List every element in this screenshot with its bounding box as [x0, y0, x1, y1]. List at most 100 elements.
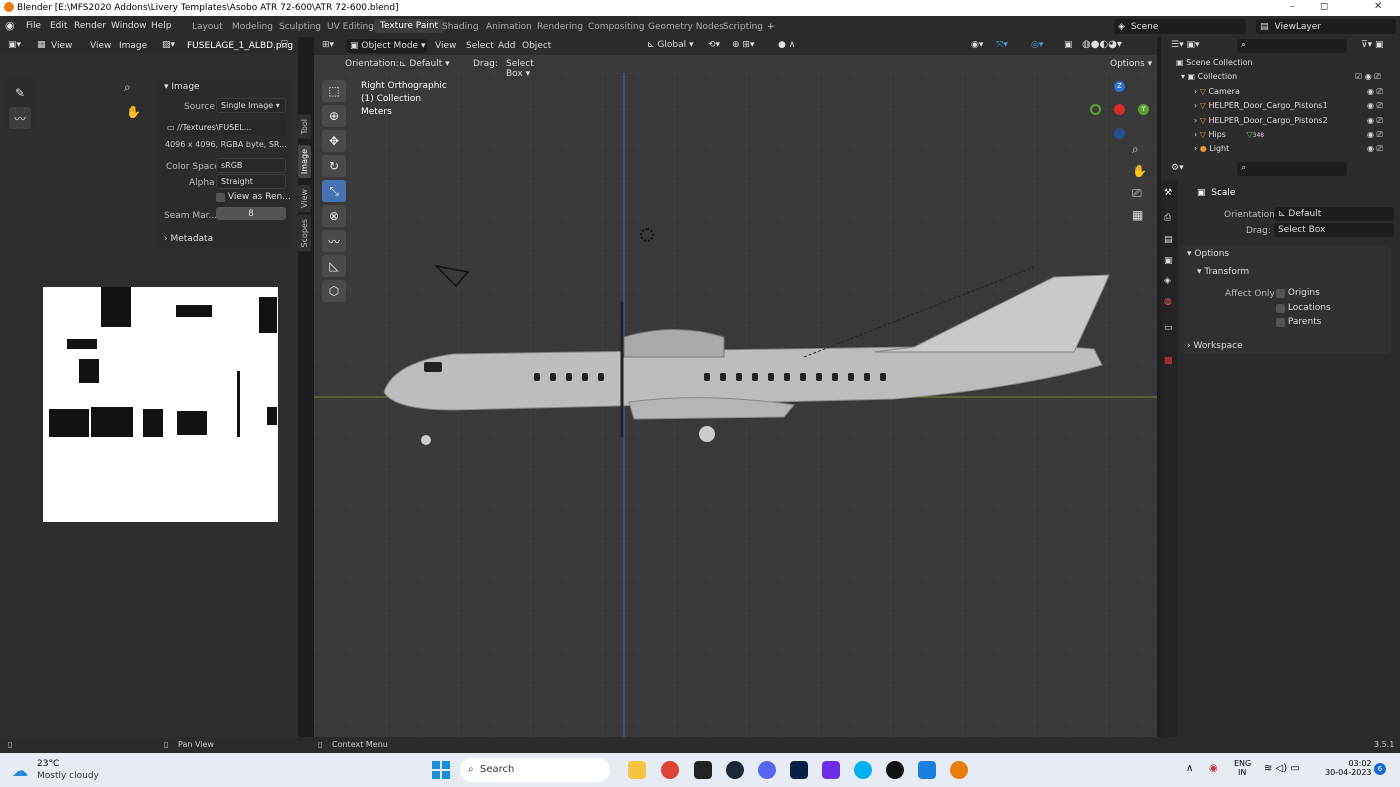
editor-type-icon[interactable]: ⊞▾ [322, 40, 334, 50]
workspace-panel-header[interactable]: › Workspace [1181, 338, 1391, 354]
file-explorer-icon[interactable] [628, 761, 646, 779]
outliner-row-collection[interactable]: ▾ ▣ Collection ☑ ◉ ⎚ [1181, 72, 1400, 86]
snap-icon[interactable]: ⊕ ⊞▾ [732, 40, 754, 50]
drag-dropdown[interactable]: Select Box ▾ [501, 57, 555, 79]
select-box-tool-icon[interactable]: ⬚ [322, 80, 346, 102]
minimize-button[interactable]: – [1290, 1, 1295, 12]
fake-user-icon[interactable]: ⛉ [281, 40, 288, 50]
outliner-row-scene[interactable]: ▣ Scene Collection [1176, 58, 1400, 72]
tray-security-icon[interactable]: ◉ [1209, 763, 1218, 774]
outliner-row-hips[interactable]: › ▽ Hips ▽348 ◉ ⎚ [1194, 130, 1400, 144]
menu-file[interactable]: File [26, 21, 41, 31]
cursor-tool-icon[interactable]: ⊕ [322, 105, 346, 127]
orientation-dropdown[interactable]: ⊾ Default [1274, 207, 1394, 221]
menu-render[interactable]: Render [74, 21, 106, 31]
clock[interactable]: 03:02 30-04-2023 [1325, 759, 1372, 777]
maximize-button[interactable]: ◻ [1320, 1, 1328, 12]
alpha-dropdown[interactable]: Straight [216, 174, 286, 189]
windows-start-icon[interactable] [432, 761, 450, 779]
tab-layout[interactable]: Layout [192, 22, 223, 32]
menu-view-1[interactable]: View [51, 41, 72, 51]
view-layer-tab-icon[interactable]: ▣ [1164, 256, 1173, 266]
annotate-tool-icon[interactable]: 〰 [9, 107, 31, 129]
zoom-icon[interactable]: ⌕ [1132, 142, 1139, 157]
scene-selector[interactable]: ◈ Scene [1114, 19, 1246, 34]
properties-editor-icon[interactable]: ⚙▾ [1171, 163, 1184, 173]
outliner-row-helper1[interactable]: › ▽ HELPER_Door_Cargo_Pistons1 ◉ ⎚ [1194, 101, 1400, 115]
texture-preview[interactable] [43, 287, 278, 522]
github-icon[interactable] [886, 761, 904, 779]
output-tab-icon[interactable]: ▤ [1164, 235, 1173, 245]
xray-icon[interactable]: ▣ [1064, 40, 1073, 50]
menu-window[interactable]: Window [111, 21, 147, 31]
tab-shading[interactable]: Shading [442, 22, 479, 32]
tab-tool[interactable]: Tool [298, 115, 311, 139]
source-dropdown[interactable]: Single Image ▾ [216, 98, 286, 113]
menu-select[interactable]: Select [466, 41, 494, 51]
outliner-search[interactable]: ⌕ [1237, 39, 1347, 53]
mode-dropdown[interactable]: ▣ Object Mode ▾ [347, 39, 427, 53]
orientation-dropdown[interactable]: ⊾ Default ▾ [396, 57, 464, 71]
metadata-panel-header[interactable]: › Metadata [164, 234, 213, 244]
overlay-toggle-icon[interactable]: ◎▾ [1031, 40, 1043, 50]
camera-view-icon[interactable]: ⎚ [1132, 186, 1142, 201]
locations-checkbox[interactable]: Locations [1276, 303, 1331, 313]
brush-tool-icon[interactable]: ✎ [9, 82, 31, 104]
tray-chevron-icon[interactable]: ∧ [1186, 763, 1193, 774]
view-layer-selector[interactable]: ▤ ViewLayer [1256, 19, 1396, 34]
measure-tool-icon[interactable]: ◺ [322, 255, 346, 277]
gizmo-neg-z-axis[interactable] [1114, 128, 1125, 139]
weather-desc[interactable]: Mostly cloudy [37, 771, 99, 781]
chrome-icon[interactable] [661, 761, 679, 779]
gizmo-x-axis[interactable] [1114, 104, 1125, 115]
transform-orientation-dropdown[interactable]: ⊾ Global ▾ [647, 40, 694, 50]
discord-icon[interactable] [758, 761, 776, 779]
gizmo-neg-y-axis[interactable] [1090, 104, 1101, 115]
tab-animation[interactable]: Animation [486, 22, 532, 32]
add-cube-tool-icon[interactable]: ⬡ [322, 280, 346, 302]
transform-tool-icon[interactable]: ⊗ [322, 205, 346, 227]
3d-viewport[interactable]: ⊞▾ ▣ Object Mode ▾ View Select Add Objec… [314, 37, 1157, 737]
tab-uv-editing[interactable]: UV Editing [327, 22, 374, 32]
grid-view-icon[interactable]: ▦ [1132, 208, 1143, 222]
menu-help[interactable]: Help [151, 21, 172, 31]
menu-add[interactable]: Add [498, 41, 515, 51]
tab-geometry-nodes[interactable]: Geometry Nodes [648, 22, 724, 32]
pivot-icon[interactable]: ⟲▾ [708, 40, 720, 50]
tab-sculpting[interactable]: Sculpting [279, 22, 321, 32]
outliner-row-camera[interactable]: › ▽ Camera ◉ ⎚ [1194, 87, 1400, 101]
annotate-tool-icon[interactable]: 〰 [322, 230, 346, 252]
scale-tool-icon[interactable]: ⤡ [322, 180, 346, 202]
visibility-icons[interactable]: ☑ ◉ ⎚ [1355, 72, 1381, 82]
proportional-edit-icon[interactable]: ● ∧ [778, 40, 795, 50]
weather-icon[interactable]: ☁ [12, 761, 28, 780]
outliner-row-helper2[interactable]: › ▽ HELPER_Door_Cargo_Pistons2 ◉ ⎚ [1194, 116, 1400, 130]
visibility-icon[interactable]: ◉▾ [971, 40, 983, 50]
filter-icon[interactable]: ⊽▾ ▣ [1361, 40, 1383, 50]
origins-checkbox[interactable]: Origins [1276, 288, 1320, 298]
tab-scopes[interactable]: Scopes [298, 215, 311, 252]
image-panel-header[interactable]: ▾ Image [164, 82, 200, 92]
tool-tab-icon[interactable]: ⚒ [1164, 188, 1172, 198]
collection-tab-icon[interactable]: ▭ [1164, 323, 1173, 333]
network-volume-battery-icons[interactable]: ≋ ◁) ▭ [1264, 763, 1300, 774]
skype-icon[interactable] [854, 761, 872, 779]
tab-texture-paint[interactable]: Texture Paint [374, 19, 445, 33]
options-dropdown[interactable]: Options ▾ [1107, 57, 1155, 71]
properties-search[interactable]: ⌕ [1237, 162, 1347, 176]
outliner-editor-icon[interactable]: ☰▾ ▣▾ [1171, 40, 1199, 50]
menu-edit[interactable]: Edit [50, 21, 67, 31]
tab-image[interactable]: Image [298, 145, 311, 179]
menu-view-2[interactable]: View [90, 41, 111, 51]
visibility-icons[interactable]: ◉ ⎚ [1367, 144, 1383, 154]
tab-scripting[interactable]: Scripting [723, 22, 763, 32]
app-icon-2[interactable] [918, 761, 936, 779]
menu-view[interactable]: View [435, 41, 456, 51]
tab-compositing[interactable]: Compositing [588, 22, 644, 32]
visibility-icons[interactable]: ◉ ⎚ [1367, 130, 1383, 140]
image-name-field[interactable]: FUSELAGE_1_ALBD.png [187, 41, 293, 51]
blender-taskbar-icon[interactable] [950, 761, 968, 779]
app-icon[interactable] [822, 761, 840, 779]
gizmo-toggle-icon[interactable]: ⤧▾ [996, 40, 1008, 50]
steam-icon[interactable] [726, 761, 744, 779]
